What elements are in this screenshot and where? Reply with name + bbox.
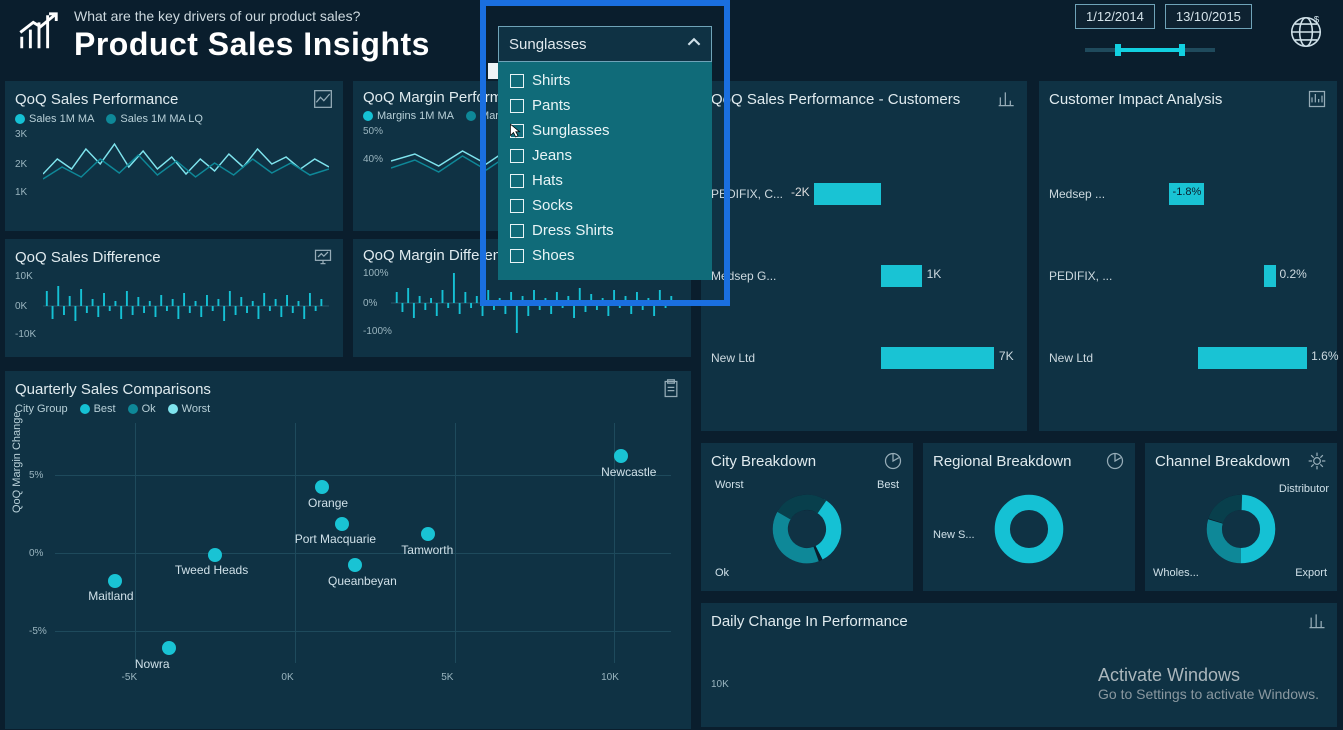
product-dropdown-list: Shirts Pants Sunglasses Jeans Hats Socks… (498, 62, 712, 280)
globe-icon[interactable]: $ (1285, 11, 1327, 53)
line-chart-icon (313, 89, 333, 109)
checkbox-icon[interactable] (510, 249, 524, 263)
card-title: Customer Impact Analysis (1049, 91, 1222, 108)
checkbox-icon[interactable] (510, 124, 524, 138)
checkbox-icon[interactable] (510, 174, 524, 188)
customer-row: PEDIFIX, C... -2K (711, 181, 1017, 207)
dropdown-option[interactable]: Jeans (502, 143, 708, 168)
impact-row: New Ltd 1.6% (1049, 345, 1327, 371)
checkbox-icon[interactable] (510, 149, 524, 163)
dropdown-selected: Sunglasses (509, 36, 587, 53)
bar-growth-icon (16, 8, 62, 59)
card-qoq-customers[interactable]: QoQ Sales Performance - Customers PEDIFI… (700, 80, 1028, 432)
windows-activation-watermark: Activate Windows Go to Settings to activ… (1098, 665, 1319, 702)
chart-icon (1307, 89, 1327, 109)
checkbox-icon[interactable] (510, 199, 524, 213)
card-title: QoQ Sales Performance - Customers (711, 91, 960, 108)
donut-chart: Distributor Wholes... Export (1155, 475, 1327, 583)
card-regional-breakdown[interactable]: Regional Breakdown New S... (922, 442, 1136, 592)
pie-icon (1105, 451, 1125, 471)
donut-chart: Worst Best Ok (711, 475, 903, 583)
card-city-breakdown[interactable]: City Breakdown Worst Best Ok (700, 442, 914, 592)
dropdown-option[interactable]: Shoes (502, 243, 708, 268)
card-qoq-sales[interactable]: QoQ Sales Performance Sales 1M MA Sales … (4, 80, 344, 232)
checkbox-icon[interactable] (510, 99, 524, 113)
page-title: Product Sales Insights (74, 26, 430, 63)
dropdown-option[interactable]: Shirts (502, 68, 708, 93)
diff-bars (43, 271, 329, 341)
card-quarterly[interactable]: Quarterly Sales Comparisons City Group B… (4, 370, 692, 730)
bar-chart-icon (1307, 611, 1327, 631)
card-title: Quarterly Sales Comparisons (15, 381, 211, 398)
sparkline (43, 129, 329, 199)
checkbox-icon[interactable] (510, 224, 524, 238)
card-title: QoQ Sales Performance (15, 91, 178, 108)
date-from-field[interactable]: 1/12/2014 (1075, 4, 1155, 29)
customer-row: New Ltd 7K (711, 345, 1017, 371)
card-channel-breakdown[interactable]: Channel Breakdown Distributor Wholes... … (1144, 442, 1338, 592)
date-range-slider[interactable] (1075, 40, 1225, 60)
chevron-up-icon (687, 35, 701, 53)
scatter-plot: QoQ Margin Change 5% 0% -5% -5K 0K 5K 10… (15, 423, 681, 683)
product-dropdown-highlight: Sunglasses Shirts Pants Sunglasses Jeans… (480, 0, 730, 306)
presentation-icon (313, 247, 333, 267)
donut-chart: New S... (933, 475, 1125, 583)
impact-row: Medsep ... -1.8% (1049, 181, 1327, 207)
dropdown-option[interactable]: Dress Shirts (502, 218, 708, 243)
checkbox-icon[interactable] (510, 74, 524, 88)
dropdown-option[interactable]: Sunglasses (502, 118, 708, 143)
settings-icon (1307, 451, 1327, 471)
date-to-field[interactable]: 13/10/2015 (1165, 4, 1252, 29)
card-title: City Breakdown (711, 453, 816, 470)
card-title: Regional Breakdown (933, 453, 1071, 470)
card-title: QoQ Sales Difference (15, 249, 161, 266)
dropdown-option[interactable]: Socks (502, 193, 708, 218)
product-dropdown[interactable]: Sunglasses (498, 26, 712, 62)
impact-row: PEDIFIX, ... 0.2% (1049, 263, 1327, 289)
svg-text:$: $ (1314, 15, 1320, 26)
clipboard-icon (661, 379, 681, 399)
dropdown-option[interactable]: Hats (502, 168, 708, 193)
card-customer-impact[interactable]: Customer Impact Analysis Medsep ... -1.8… (1038, 80, 1338, 432)
page-subtitle: What are the key drivers of our product … (74, 8, 430, 24)
dropdown-option[interactable]: Pants (502, 93, 708, 118)
card-title: Channel Breakdown (1155, 453, 1290, 470)
bar-chart-icon (997, 89, 1017, 109)
pie-icon (883, 451, 903, 471)
card-qoq-sales-diff[interactable]: QoQ Sales Difference 10K 0K -10K (4, 238, 344, 358)
customer-row: Medsep G... 1K (711, 263, 1017, 289)
card-title: Daily Change In Performance (711, 613, 908, 630)
